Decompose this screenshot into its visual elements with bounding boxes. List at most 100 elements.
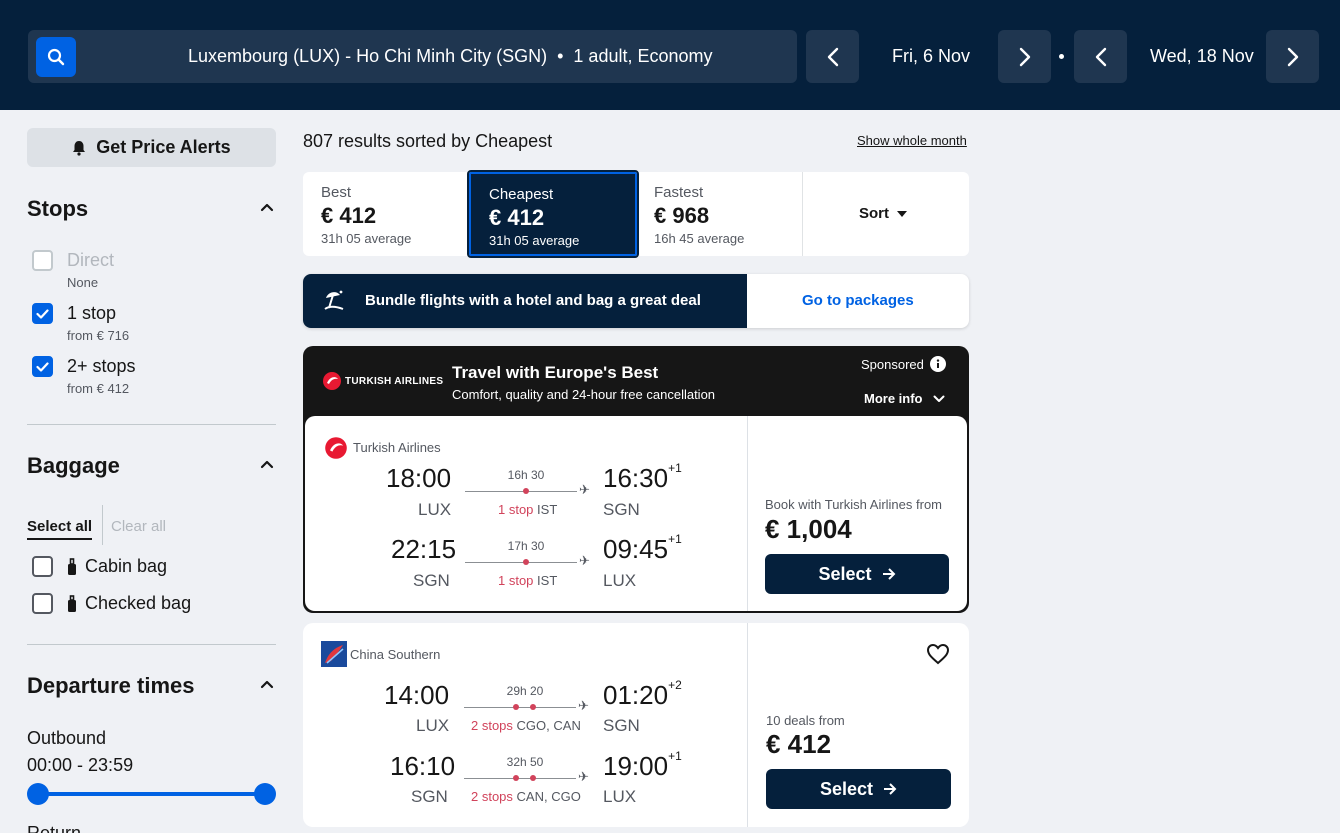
ad-title: Travel with Europe's Best <box>452 363 659 382</box>
departure-airport: LUX <box>418 500 452 519</box>
tab-fastest[interactable]: Fastest € 968 16h 45 average <box>636 172 802 256</box>
more-info-button[interactable]: More info <box>864 391 945 406</box>
cabin-bag-icon <box>68 557 76 575</box>
bundle-text: Bundle flights with a hotel and bag a gr… <box>365 292 701 309</box>
one-stop-checkbox[interactable] <box>32 303 53 324</box>
turkish-airlines-logo-icon <box>323 372 341 390</box>
go-to-packages-link[interactable]: Go to packages <box>802 292 914 309</box>
tab-label: Cheapest <box>489 186 554 203</box>
flight-result-card[interactable]: China Southern 14:00 LUX 29h 20 ✈ 2 stop… <box>303 623 969 827</box>
cabin-bag-text: Cabin bag <box>85 556 168 576</box>
price-from-label: 10 deals from <box>766 713 845 728</box>
departure-time: 22:15 <box>391 534 457 564</box>
airline-name: China Southern <box>350 647 441 662</box>
departure-airport: LUX <box>416 716 450 735</box>
chevron-up-icon[interactable] <box>260 200 274 214</box>
departure-airport: SGN <box>413 571 450 590</box>
chevron-up-icon[interactable] <box>260 677 274 691</box>
stop-dot <box>523 559 529 565</box>
chevron-left-icon <box>827 47 838 66</box>
check-icon <box>36 361 49 372</box>
select-button[interactable]: Select <box>766 769 951 809</box>
stops-count: 2 stops <box>471 789 513 804</box>
depart-date[interactable]: Fri, 6 Nov <box>892 30 970 83</box>
route-line <box>464 707 576 708</box>
bundle-banner: Bundle flights with a hotel and bag a gr… <box>303 274 969 328</box>
price-alerts-button[interactable]: Get Price Alerts <box>27 128 276 167</box>
chevron-up-icon[interactable] <box>260 457 274 471</box>
price: € 412 <box>766 729 832 759</box>
two-plus-stops-checkbox[interactable] <box>32 356 53 377</box>
direct-sub: None <box>67 275 99 290</box>
stops-count: 2 stops <box>471 718 513 733</box>
departure-airport: SGN <box>411 787 448 806</box>
return-prev-button[interactable] <box>1074 30 1127 83</box>
plane-icon: ✈ <box>578 769 589 784</box>
airline-name: Turkish Airlines <box>353 440 441 455</box>
outbound-range: 00:00 - 23:59 <box>27 755 134 775</box>
return-date[interactable]: Wed, 18 Nov <box>1150 30 1254 83</box>
day-offset: +1 <box>668 532 682 546</box>
chevron-right-icon <box>1019 47 1030 66</box>
select-label: Select <box>818 563 872 584</box>
search-button[interactable] <box>36 37 76 77</box>
bell-icon <box>73 140 86 156</box>
show-whole-month-link[interactable]: Show whole month <box>857 133 967 148</box>
outbound-slider-min-handle[interactable] <box>27 783 49 805</box>
tab-average: 31h 05 average <box>489 233 580 248</box>
route-text: Luxembourg (LUX) - Ho Chi Minh City (SGN… <box>188 46 548 66</box>
divider <box>747 416 748 611</box>
stop-dot <box>513 704 519 710</box>
checked-bag-checkbox[interactable] <box>32 593 53 614</box>
cabin-bag-checkbox[interactable] <box>32 556 53 577</box>
tab-cheapest[interactable]: Cheapest € 412 31h 05 average <box>467 170 639 258</box>
arrival-time-value: 09:45 <box>603 534 669 564</box>
clear-all-link[interactable]: Clear all <box>111 518 166 535</box>
arrival-time: 09:45+1 <box>603 532 682 565</box>
flight-duration: 29h 20 <box>506 684 544 698</box>
tab-average: 31h 05 average <box>321 231 412 246</box>
info-icon[interactable] <box>929 356 946 372</box>
ad-subtitle: Comfort, quality and 24-hour free cancel… <box>452 387 716 402</box>
search-summary-bar[interactable]: Luxembourg (LUX) - Ho Chi Minh City (SGN… <box>28 30 797 83</box>
sponsored-text: Sponsored <box>861 356 924 372</box>
flight-duration: 32h 50 <box>506 755 544 769</box>
depart-prev-button[interactable] <box>806 30 859 83</box>
arrival-time: 16:30+1 <box>603 461 682 494</box>
stop-dot <box>513 775 519 781</box>
day-offset: +1 <box>668 461 682 475</box>
more-info-label: More info <box>864 391 923 406</box>
departure-time: 18:00 <box>386 463 452 493</box>
return-next-button[interactable] <box>1266 30 1319 83</box>
arrival-airport: LUX <box>603 571 637 590</box>
baggage-title: Baggage <box>27 453 120 478</box>
tab-price: € 412 <box>489 205 545 230</box>
checked-bag-label: Checked bag <box>67 593 191 614</box>
outbound-slider-max-handle[interactable] <box>254 783 276 805</box>
outbound-slider-track[interactable] <box>38 792 265 796</box>
departure-time: 14:00 <box>384 680 450 710</box>
select-all-link[interactable]: Select all <box>27 518 93 540</box>
divider <box>102 505 103 545</box>
tab-average: 16h 45 average <box>654 231 745 246</box>
chevron-down-icon <box>933 395 944 402</box>
ad-flight-result[interactable]: Turkish Airlines 18:00 LUX 16h 30 ✈ 1 st… <box>305 416 967 611</box>
stops-via: IST <box>537 573 558 588</box>
direct-checkbox[interactable] <box>32 250 53 271</box>
route-line <box>464 778 576 779</box>
chevron-left-icon <box>1095 47 1106 66</box>
price: € 1,004 <box>765 514 852 544</box>
sort-dropdown[interactable]: Sort <box>859 205 907 222</box>
heart-icon[interactable] <box>926 643 950 665</box>
tab-best[interactable]: Best € 412 31h 05 average <box>303 172 469 256</box>
day-offset: +2 <box>668 678 682 692</box>
results-summary: 807 results sorted by Cheapest <box>303 131 553 151</box>
cabin-bag-label: Cabin bag <box>67 556 167 577</box>
depart-next-button[interactable] <box>998 30 1051 83</box>
arrival-time-value: 19:00 <box>603 751 669 781</box>
stops-info: 1 stop IST <box>498 573 557 588</box>
select-button[interactable]: Select <box>765 554 949 594</box>
flight-duration: 17h 30 <box>507 539 545 553</box>
stops-info: 1 stop IST <box>498 502 557 517</box>
arrow-right-icon <box>882 568 895 580</box>
